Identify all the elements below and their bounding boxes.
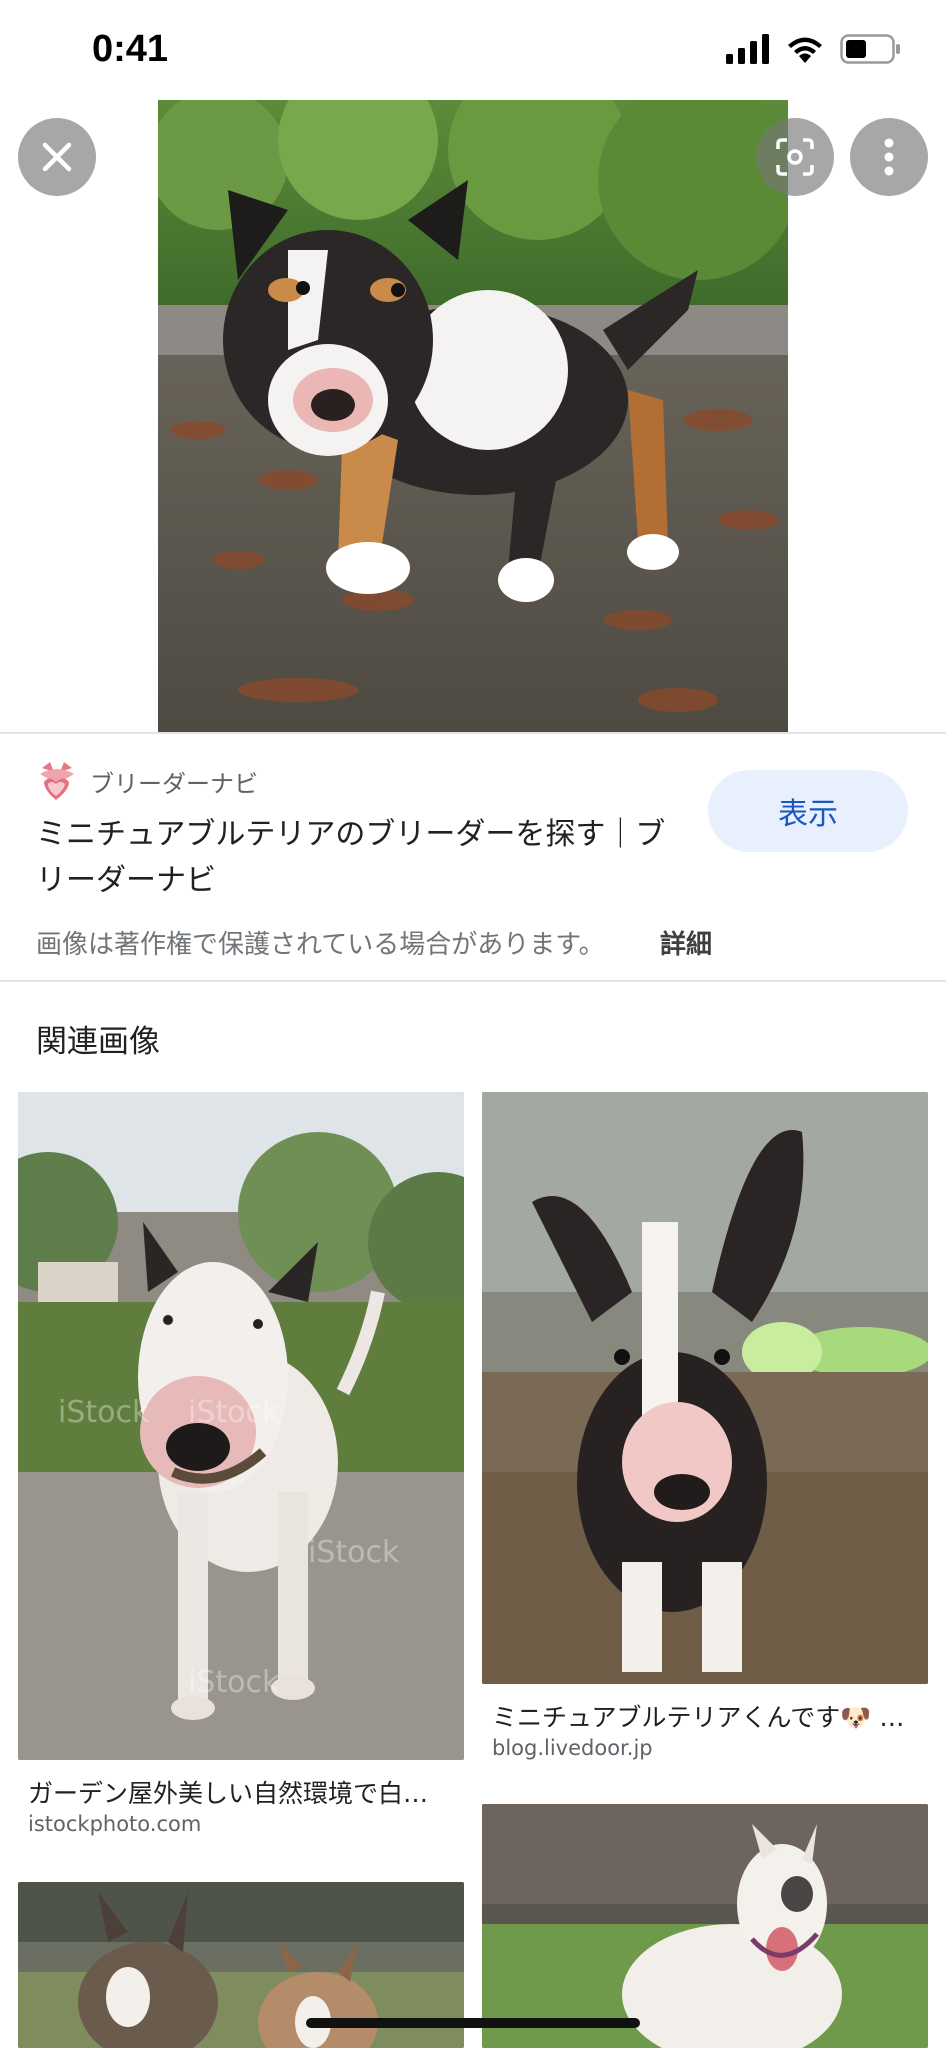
status-bar: 0:41 [0, 0, 946, 100]
more-button[interactable] [850, 118, 928, 196]
copyright-notice: 画像は著作権で保護されている場合があります。 [36, 930, 605, 960]
source-row[interactable]: ブリーダーナビ [36, 760, 258, 802]
watermark-text: iStock [58, 1395, 150, 1430]
watermark-text: iStock [308, 1535, 400, 1570]
related-image-4[interactable] [482, 1804, 928, 2048]
page-title[interactable]: ミニチュアブルテリアのブリーダーを探す｜ブリーダーナビ [36, 812, 676, 904]
battery-icon [840, 34, 900, 64]
details-link[interactable]: 詳細 [660, 924, 712, 961]
divider [0, 980, 946, 982]
home-indicator[interactable] [306, 2018, 640, 2028]
related-image-1-caption[interactable]: ガーデン屋外美しい自然環境で白… [28, 1774, 428, 1810]
status-time: 0:41 [92, 28, 169, 70]
related-image-2-domain: blog.livedoor.jp [492, 1736, 653, 1760]
watermark-text: iStock [188, 1665, 280, 1700]
main-image[interactable] [158, 100, 788, 732]
signal-icon [726, 34, 769, 64]
related-image-1[interactable]: iStock iStock iStock iStock [18, 1092, 464, 1760]
lens-icon [776, 138, 814, 176]
related-images-heading: 関連画像 [36, 1024, 160, 1060]
view-button[interactable]: 表示 [708, 770, 908, 852]
status-icons [726, 34, 902, 64]
lens-button[interactable] [756, 118, 834, 196]
close-button[interactable] [18, 118, 96, 196]
watermark-text: iStock [188, 1395, 280, 1430]
wifi-icon [788, 37, 822, 63]
more-vert-icon [884, 138, 894, 176]
image-viewer [0, 100, 946, 732]
related-image-2-caption[interactable]: ミニチュアブルテリアくんです🐶 … [492, 1698, 904, 1734]
breeder-navi-logo-icon [40, 762, 74, 800]
close-icon [42, 142, 72, 172]
divider [0, 732, 946, 734]
related-image-2[interactable] [482, 1092, 928, 1684]
source-name: ブリーダーナビ [90, 769, 258, 798]
related-image-1-domain: istockphoto.com [28, 1812, 202, 1836]
